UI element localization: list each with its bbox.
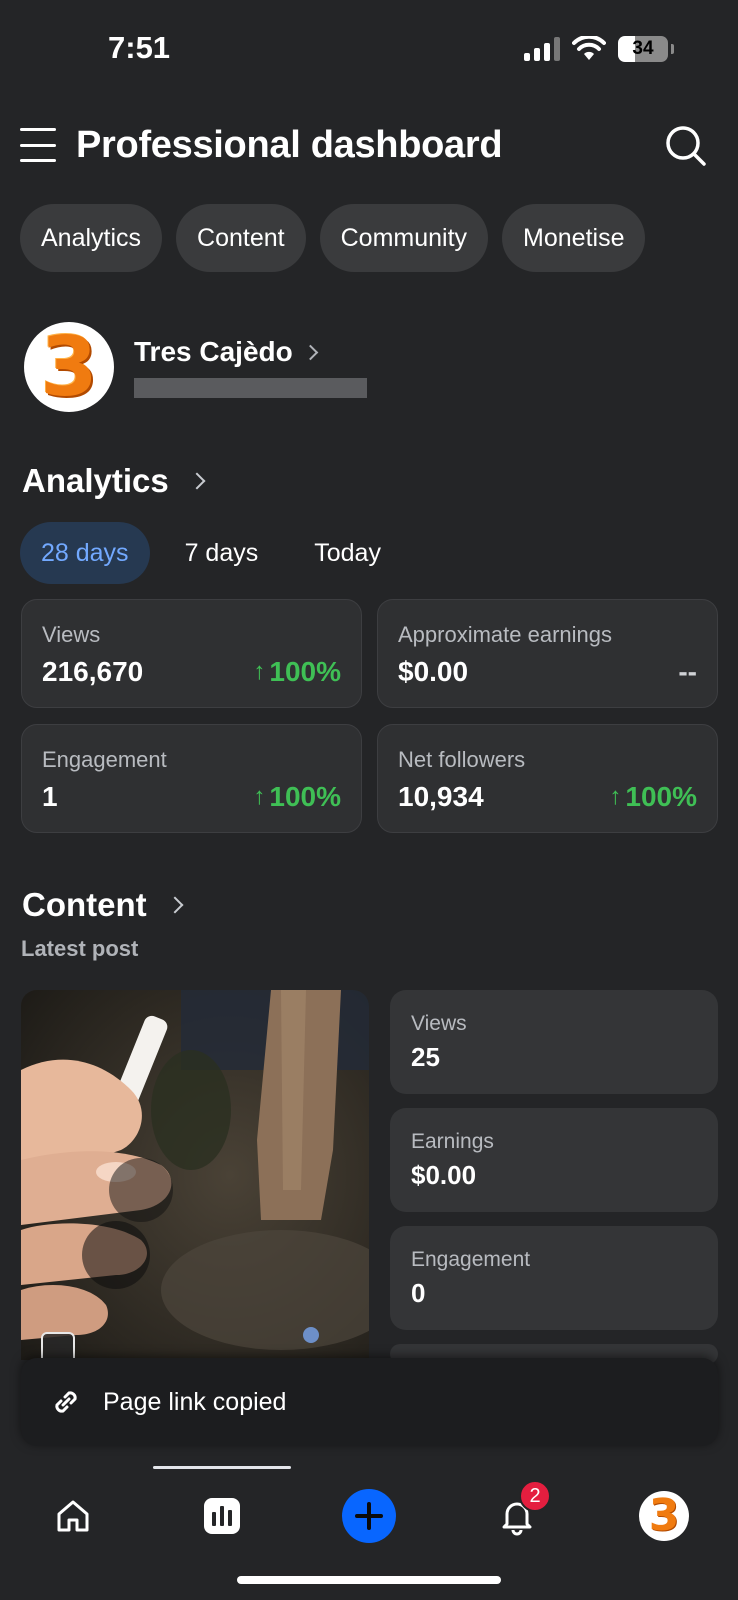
toast-notification: Page link copied bbox=[21, 1358, 718, 1446]
metric-label: Net followers bbox=[398, 747, 526, 772]
metric-change-value: -- bbox=[678, 656, 697, 687]
redacted-block bbox=[134, 378, 367, 398]
create-icon bbox=[342, 1489, 396, 1543]
arrow-up-icon: ↑ bbox=[253, 658, 266, 685]
search-icon[interactable] bbox=[664, 124, 708, 168]
nav-home[interactable] bbox=[45, 1488, 101, 1544]
status-time: 7:51 bbox=[108, 30, 171, 65]
latest-post-label: Latest post bbox=[21, 936, 139, 961]
metric-label: Views bbox=[42, 622, 101, 647]
metric-label: Approximate earnings bbox=[398, 622, 613, 647]
avatar: 3 bbox=[24, 322, 114, 412]
metric-value: 1 bbox=[42, 781, 58, 812]
bottom-nav: 2 3 bbox=[0, 1458, 738, 1600]
metric-card-views[interactable]: Views 216,670 ↑ 100% bbox=[21, 599, 362, 708]
chip-content[interactable]: Content bbox=[176, 204, 306, 272]
signal-icon bbox=[524, 37, 560, 61]
chip-community[interactable]: Community bbox=[319, 204, 489, 272]
post-stat-value: 0 bbox=[411, 1278, 426, 1308]
arrow-up-icon: ↑ bbox=[253, 783, 266, 810]
home-indicator bbox=[237, 1576, 501, 1584]
metric-change: ↑ 100% bbox=[253, 781, 341, 813]
metric-change: ↑ 100% bbox=[609, 781, 697, 813]
active-tab-indicator bbox=[153, 1466, 291, 1469]
home-icon bbox=[57, 1500, 89, 1532]
profile-name-link[interactable]: Tres Cajèdo bbox=[134, 336, 319, 368]
nav-notifications[interactable]: 2 bbox=[489, 1480, 551, 1544]
metric-card-net-followers[interactable]: Net followers 10,934 ↑ 100% bbox=[377, 724, 718, 833]
metric-card-earnings[interactable]: Approximate earnings $0.00 -- bbox=[377, 599, 718, 708]
metric-card-engagement[interactable]: Engagement 1 ↑ 100% bbox=[21, 724, 362, 833]
post-stat-earnings[interactable]: Earnings $0.00 bbox=[390, 1108, 718, 1212]
analytics-heading[interactable]: Analytics bbox=[22, 462, 206, 500]
dashboard-icon bbox=[204, 1498, 240, 1534]
metric-change-value: 100% bbox=[269, 781, 341, 812]
post-stat-views[interactable]: Views 25 bbox=[390, 990, 718, 1094]
profile-row[interactable]: 3 Tres Cajèdo bbox=[22, 322, 722, 414]
nav-dashboard[interactable] bbox=[194, 1488, 250, 1544]
post-stat-value: $0.00 bbox=[411, 1160, 477, 1190]
post-stat-value: 25 bbox=[411, 1042, 440, 1072]
metric-change-value: 100% bbox=[625, 781, 697, 812]
section-chips: Analytics Content Community Monetise bbox=[20, 204, 646, 272]
nav-create[interactable] bbox=[341, 1488, 397, 1544]
chevron-right-icon bbox=[302, 344, 319, 360]
content-heading[interactable]: Content bbox=[22, 886, 184, 924]
profile-avatar: 3 bbox=[639, 1491, 689, 1541]
latest-post-thumbnail[interactable] bbox=[21, 990, 369, 1360]
reel-icon bbox=[41, 1332, 75, 1360]
post-stat-label: Engagement bbox=[411, 1248, 531, 1271]
analytics-title: Analytics bbox=[22, 462, 169, 499]
profile-name: Tres Cajèdo bbox=[134, 336, 293, 367]
chip-monetise[interactable]: Monetise bbox=[502, 204, 646, 272]
metric-value: 216,670 bbox=[42, 656, 144, 687]
page-title: Professional dashboard bbox=[76, 124, 503, 166]
chip-analytics[interactable]: Analytics bbox=[20, 204, 163, 272]
period-toggle: 28 days 7 days Today bbox=[20, 522, 416, 584]
menu-icon[interactable] bbox=[20, 128, 56, 162]
post-stat-label: Earnings bbox=[411, 1130, 494, 1153]
metric-change-value: 100% bbox=[269, 656, 341, 687]
content-title: Content bbox=[22, 886, 147, 923]
post-image bbox=[21, 990, 369, 1360]
post-stat-label: Views bbox=[411, 1012, 467, 1035]
period-today[interactable]: Today bbox=[293, 522, 402, 584]
toast-text: Page link copied bbox=[103, 1387, 287, 1416]
post-stat-engagement[interactable]: Engagement 0 bbox=[390, 1226, 718, 1330]
avatar-glyph: 3 bbox=[40, 322, 98, 412]
metric-value: 10,934 bbox=[398, 781, 484, 812]
notification-badge: 2 bbox=[519, 1480, 551, 1512]
status-icons: 34 bbox=[524, 36, 674, 62]
metric-change: -- bbox=[678, 656, 697, 688]
chevron-right-icon bbox=[166, 896, 184, 914]
header: Professional dashboard bbox=[0, 120, 738, 180]
chevron-right-icon bbox=[188, 472, 206, 490]
avatar-glyph: 3 bbox=[648, 1491, 680, 1541]
nav-profile[interactable]: 3 bbox=[636, 1488, 692, 1544]
battery-icon: 34 bbox=[618, 36, 674, 62]
arrow-up-icon: ↑ bbox=[609, 783, 622, 810]
metric-label: Engagement bbox=[42, 747, 167, 772]
metric-change: ↑ 100% bbox=[253, 656, 341, 688]
wifi-icon bbox=[572, 36, 606, 60]
metric-value: $0.00 bbox=[398, 656, 469, 687]
status-bar: 7:51 34 bbox=[0, 0, 738, 100]
link-icon bbox=[55, 1391, 77, 1413]
period-28-days[interactable]: 28 days bbox=[20, 522, 150, 584]
period-7-days[interactable]: 7 days bbox=[164, 522, 280, 584]
